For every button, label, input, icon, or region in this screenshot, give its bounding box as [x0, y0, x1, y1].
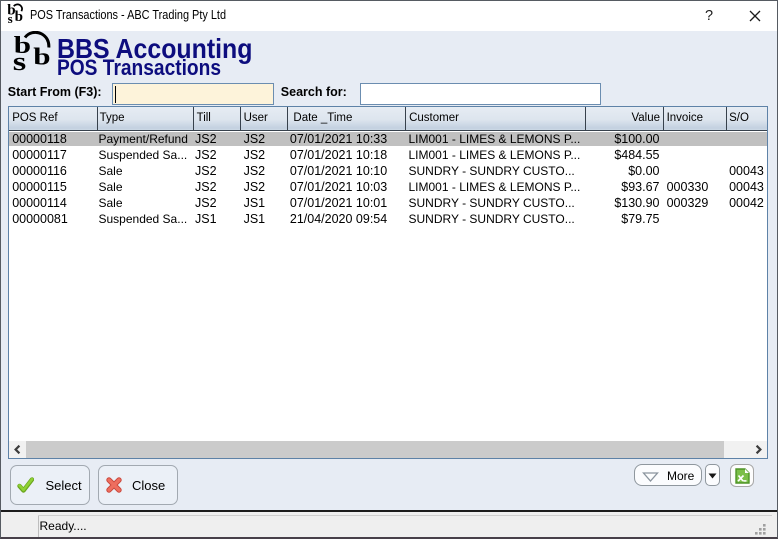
svg-text:s: s [8, 11, 13, 26]
svg-text:b: b [33, 44, 50, 71]
svg-text:s: s [13, 47, 27, 76]
